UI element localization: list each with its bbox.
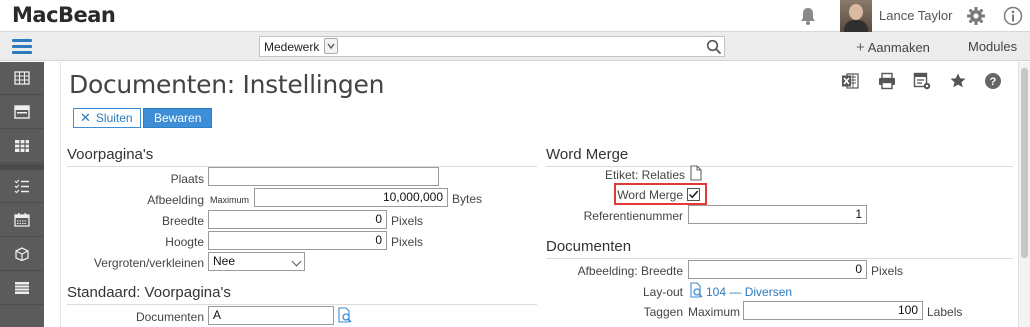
avatar[interactable]	[840, 0, 872, 32]
plaats-field[interactable]	[208, 167, 439, 186]
content-panel: Documenten: Instellingen ? ✕ Sluiten Bew…	[60, 62, 1014, 327]
afbeelding-breedte-field[interactable]: 0	[688, 260, 867, 279]
scrollbar[interactable]	[1018, 62, 1030, 327]
create-label: Aanmaken	[867, 40, 930, 55]
checklist-icon[interactable]	[0, 170, 44, 203]
afbeelding-breedte-label: Afbeelding: Breedte	[577, 264, 683, 278]
vergroten-label: Vergroten/verkleinen	[93, 256, 204, 270]
breedte-field[interactable]: 0	[208, 210, 387, 229]
chevron-down-icon	[291, 256, 302, 267]
afbeelding-max-field[interactable]: 10,000,000	[254, 188, 448, 207]
documenten-label: Documenten	[135, 310, 204, 324]
search-input[interactable]	[340, 37, 700, 56]
vergroten-select[interactable]: Nee	[208, 252, 305, 271]
user-name[interactable]: Lance Taylor	[879, 8, 952, 23]
help-icon[interactable]: ?	[984, 72, 1002, 90]
breedte-unit: Pixels	[391, 214, 424, 228]
excel-icon[interactable]	[841, 72, 859, 90]
calendar-icon[interactable]	[0, 204, 44, 237]
close-label: Sluiten	[95, 111, 133, 125]
brand-logo[interactable]: MacBean	[12, 3, 116, 27]
modules-button[interactable]: Modules	[968, 39, 1017, 54]
section-title-word-merge: Word Merge	[546, 146, 1013, 167]
lookup-icon[interactable]	[689, 282, 704, 299]
hoogte-unit: Pixels	[391, 235, 424, 249]
section-title-voorpagina: Voorpagina's	[67, 146, 537, 167]
afbeelding-unit: Bytes	[452, 192, 483, 206]
taggen-label: Taggen	[643, 305, 683, 319]
breedte-label: Breedte	[161, 214, 204, 228]
hoogte-label: Hoogte	[165, 235, 204, 249]
print-icon[interactable]	[878, 72, 896, 90]
section-title-documenten: Documenten	[546, 238, 1013, 259]
bell-icon[interactable]	[798, 6, 818, 26]
section-title-standaard: Standaard: Voorpagina's	[67, 284, 537, 305]
calendar-grid-icon[interactable]	[0, 62, 44, 95]
referentie-label: Referentienummer	[583, 209, 683, 223]
sidebar	[0, 62, 44, 327]
word-merge-label: Word Merge	[617, 188, 683, 202]
taggen-unit: Labels	[927, 305, 963, 319]
close-icon: ✕	[80, 110, 91, 125]
settings-list-icon[interactable]	[913, 72, 931, 90]
search-bar: Medewerk	[259, 36, 725, 57]
vergroten-value: Nee	[213, 254, 236, 268]
plaats-label: Plaats	[170, 172, 204, 186]
list-icon[interactable]	[0, 272, 44, 305]
documenten-field[interactable]: A	[208, 306, 334, 325]
word-merge-checkbox[interactable]	[687, 188, 700, 201]
search-icon[interactable]	[706, 39, 722, 55]
sub-bar: Medewerk + Aanmaken Modules	[0, 32, 1030, 61]
afbeelding-label: Afbeelding	[147, 193, 204, 207]
gear-icon[interactable]	[966, 6, 986, 26]
afbeelding-maximum-label: Maximum	[210, 195, 250, 205]
layout-link[interactable]: 104 — Diversen	[706, 285, 792, 299]
scrollbar-thumb[interactable]	[1021, 68, 1028, 258]
search-scope-select[interactable]: Medewerk	[260, 37, 340, 56]
etiket-label: Etiket: Relaties	[604, 168, 685, 182]
taggen-field[interactable]: 100	[743, 301, 923, 320]
main-content: Documenten: Instellingen ? ✕ Sluiten Bew…	[44, 62, 1018, 327]
search-scope-value: Medewerk	[264, 39, 320, 54]
layout-label: Lay-out	[642, 285, 683, 299]
taggen-maximum-label: Maximum	[688, 305, 741, 319]
svg-text:?: ?	[990, 76, 997, 88]
chevron-down-icon[interactable]	[324, 38, 338, 54]
close-button[interactable]: ✕ Sluiten	[73, 108, 141, 128]
create-button[interactable]: + Aanmaken	[856, 39, 930, 56]
lookup-icon[interactable]	[337, 307, 353, 324]
check-icon	[688, 190, 699, 199]
hoogte-field[interactable]: 0	[208, 231, 387, 250]
box-icon[interactable]	[0, 238, 44, 271]
top-bar: MacBean Lance Taylor	[0, 0, 1030, 32]
info-icon[interactable]	[1003, 6, 1023, 26]
plus-icon: +	[856, 39, 865, 56]
table-icon[interactable]	[0, 130, 44, 163]
card-icon[interactable]	[0, 96, 44, 129]
menu-icon[interactable]	[12, 39, 32, 54]
star-icon[interactable]	[949, 72, 967, 90]
referentie-field[interactable]: 1	[688, 205, 867, 224]
afbeelding-breedte-unit: Pixels	[871, 264, 904, 278]
save-button[interactable]: Bewaren	[143, 108, 213, 128]
document-icon[interactable]	[689, 165, 703, 181]
page-title: Documenten: Instellingen	[69, 70, 385, 99]
